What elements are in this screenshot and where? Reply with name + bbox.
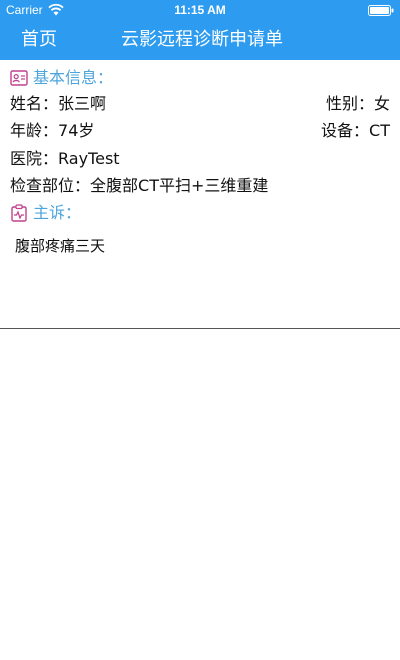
device-label: 设备： [321,121,370,140]
age-device-row: 年龄：74岁 设备：CT [10,118,390,144]
exam-part-label: 检查部位： [10,176,91,195]
gender-field: 性别：女 [326,91,390,117]
page-title: 云影远程诊断申请单 [121,29,283,50]
name-label: 姓名： [10,94,59,113]
navigation-bar: 首页 云影远程诊断申请单 [0,20,400,60]
exam-part-row: 检查部位：全腹部CT平扫+三维重建 [10,173,390,199]
basic-info-title: 基本信息： [33,68,114,87]
gender-value: 女 [373,94,390,113]
complaint-title: 主诉： [33,203,82,222]
clock: 11:15 AM [174,3,226,17]
hospital-row: 医院：RayTest [10,146,390,172]
complaint-text: 腹部疼痛三天 [15,237,106,255]
clipboard-pulse-icon [11,204,27,222]
name-value: 张三啊 [58,94,107,113]
divider [0,328,400,329]
battery-icon [368,5,394,16]
device-field: 设备：CT [321,118,390,144]
age-label: 年龄： [10,121,59,140]
status-bar: Carrier 11:15 AM [0,0,400,20]
age-value: 74岁 [58,121,95,140]
hospital-label: 医院： [10,149,59,168]
exam-part-value: 全腹部CT平扫+三维重建 [90,176,269,195]
id-card-icon [10,70,28,86]
device-value: CT [369,121,390,140]
hospital-value: RayTest [58,149,120,168]
home-button[interactable]: 首页 [21,27,57,53]
gender-label: 性别： [325,94,374,113]
top-bar: Carrier 11:15 AM 首页 云影远程诊断申请单 [0,0,400,60]
complaint-heading: 主诉： [10,202,110,224]
name-gender-row: 姓名：张三啊 性别：女 [10,91,390,117]
basic-info-heading: 基本信息： [10,67,130,89]
